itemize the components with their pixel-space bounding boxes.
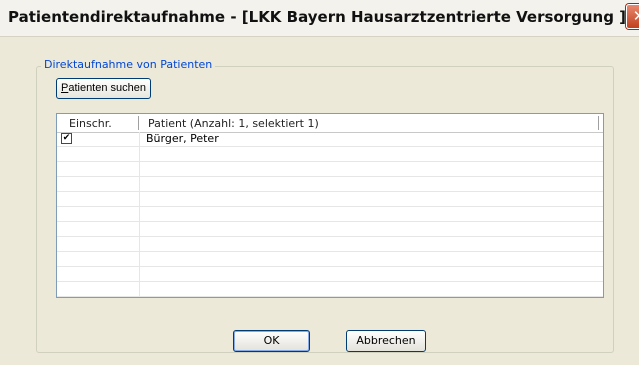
table-row — [57, 222, 603, 237]
column-separator[interactable] — [598, 116, 599, 130]
patient-name-cell: Bürger, Peter — [146, 132, 219, 145]
table-row — [57, 267, 603, 282]
table-row — [57, 177, 603, 192]
table-row — [57, 237, 603, 252]
search-patients-button[interactable]: Patienten suchen — [56, 78, 151, 99]
search-button-label: atienten suchen — [68, 82, 146, 94]
table-row — [57, 282, 603, 297]
title-bar: Patientendirektaufnahme - [LKK Bayern Ha… — [0, 0, 639, 37]
window-title: Patientendirektaufnahme - [LKK Bayern Ha… — [8, 8, 627, 26]
table-row — [57, 207, 603, 222]
patient-table[interactable]: Einschr. Patient (Anzahl: 1, selektiert … — [56, 113, 604, 298]
column-header-enrolled[interactable]: Einschr. — [69, 117, 112, 130]
column-header-patient[interactable]: Patient (Anzahl: 1, selektiert 1) — [148, 117, 319, 130]
checkbox-checked-icon[interactable]: ✔ — [61, 133, 72, 144]
table-row — [57, 252, 603, 267]
cancel-button[interactable]: Abbrechen — [346, 330, 426, 352]
column-separator[interactable] — [138, 116, 139, 130]
table-row — [57, 147, 603, 162]
close-icon: ✕ — [632, 7, 639, 25]
table-row — [57, 162, 603, 177]
table-row[interactable]: ✔ Bürger, Peter — [57, 132, 603, 147]
table-row — [57, 192, 603, 207]
close-button[interactable]: ✕ — [626, 4, 639, 29]
table-header: Einschr. Patient (Anzahl: 1, selektiert … — [57, 114, 603, 133]
group-legend: Direktaufnahme von Patienten — [41, 58, 216, 71]
ok-button[interactable]: OK — [233, 330, 310, 352]
